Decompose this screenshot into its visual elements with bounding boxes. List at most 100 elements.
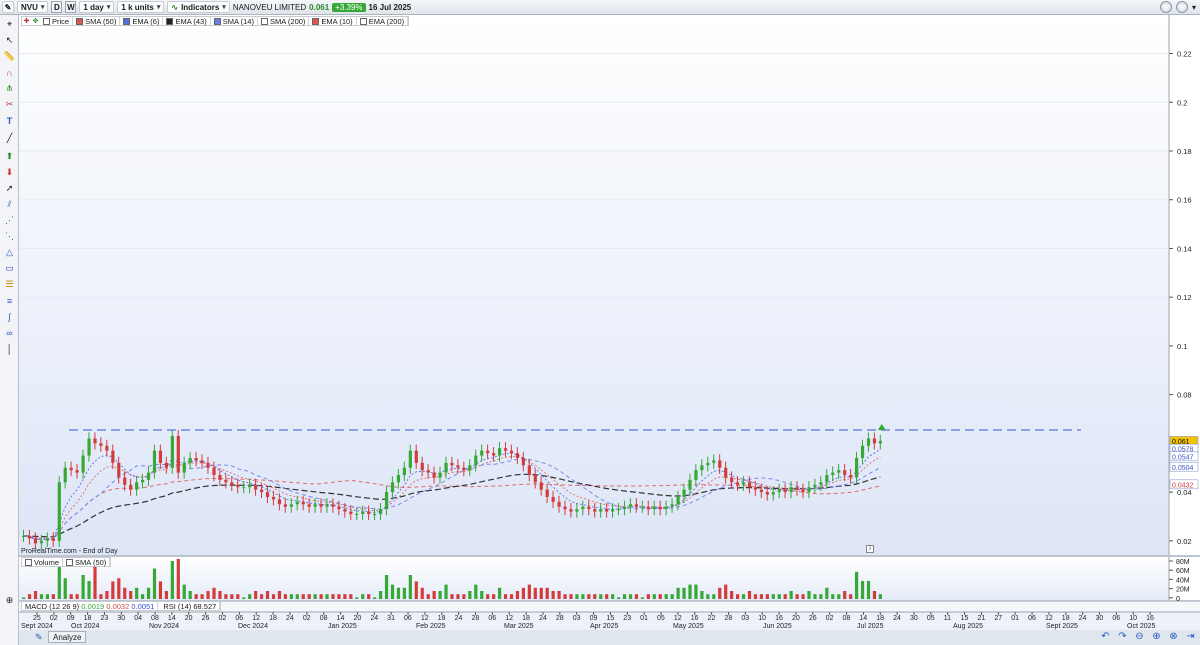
ruler-icon[interactable]: 📏 xyxy=(3,51,16,62)
zoom-out-icon[interactable]: ⊖ xyxy=(1134,631,1145,642)
period-weekly-button[interactable]: W xyxy=(65,1,77,13)
price-tick-label: 0.04 xyxy=(1177,488,1192,497)
candle-body xyxy=(402,467,406,476)
add-icon[interactable]: ✚ xyxy=(22,17,31,25)
zoom-in-icon[interactable]: ⊕ xyxy=(1151,631,1162,642)
volume-bar xyxy=(212,587,216,599)
channel-icon[interactable]: ⫽ xyxy=(3,199,16,210)
candle-body xyxy=(432,472,436,478)
chart-area[interactable]: 0.22 0.2 0.18 0.16 0.14 0.12 0.1 0.08 0.04 0.02 0… xyxy=(19,15,1200,645)
volume-bar xyxy=(438,591,442,599)
refresh-icon[interactable] xyxy=(1159,1,1172,13)
date-month-label: Apr 2025 xyxy=(590,623,619,630)
volume-bar xyxy=(242,597,246,599)
indicators-icon: ∿ xyxy=(171,2,179,12)
horizontal-lines-icon[interactable]: ☰ xyxy=(3,279,16,290)
fibonacci-icon[interactable]: ⋰ xyxy=(3,215,16,226)
pitchfork-icon[interactable]: ⋱ xyxy=(3,231,16,242)
settings-icon[interactable] xyxy=(1175,1,1188,13)
vertical-line-icon[interactable]: │ xyxy=(3,343,16,354)
volume-bar xyxy=(248,594,252,599)
date-day-label: 31 xyxy=(387,615,395,622)
legend-item[interactable]: EMA (43) xyxy=(163,17,211,26)
legend-item[interactable]: EMA (6) xyxy=(120,17,164,26)
timeframe-selector[interactable]: 1 day ▾ xyxy=(79,1,115,13)
volume-bar xyxy=(676,587,680,599)
edit-icon[interactable]: ✎ xyxy=(2,1,14,13)
candle-body xyxy=(515,453,520,458)
legend-item[interactable]: SMA (200) xyxy=(258,17,310,26)
volume-bar xyxy=(563,594,567,599)
date-day-label: 20 xyxy=(792,615,800,622)
chevron-down-icon[interactable]: ▾ xyxy=(1192,3,1196,12)
candle-body xyxy=(492,453,496,456)
candle-body xyxy=(527,465,531,476)
date-day-label: 06 xyxy=(488,615,496,622)
price-tag-label: 0.0547 xyxy=(1172,454,1194,461)
volume-bar xyxy=(658,594,662,599)
scroll-end-icon[interactable]: ⇥ xyxy=(1185,631,1196,642)
price-chart[interactable]: 0.22 0.2 0.18 0.16 0.14 0.12 0.1 0.08 0.04 0.02 0… xyxy=(19,15,1200,630)
curve-icon[interactable]: ∫ xyxy=(3,311,16,322)
candle-body xyxy=(593,509,597,512)
pointer-icon[interactable]: ↖ xyxy=(3,35,16,46)
arrow-icon[interactable]: ➚ xyxy=(3,183,16,194)
units-selector[interactable]: 1 k units ▾ xyxy=(117,1,165,13)
date-day-label: 10 xyxy=(758,615,766,622)
symbol-selector[interactable]: NVU ▾ xyxy=(17,1,49,13)
legend-item[interactable]: EMA (200) xyxy=(357,17,409,26)
down-arrow-icon[interactable]: ⬇ xyxy=(3,167,16,178)
legend-label: SMA (50) xyxy=(75,557,107,567)
period-daily-button[interactable]: D xyxy=(51,1,63,13)
volume-bar xyxy=(426,594,430,599)
analyze-button[interactable]: Analyze xyxy=(48,631,87,643)
legend-item[interactable]: SMA (14) xyxy=(211,17,258,26)
rectangle-icon[interactable]: ▭ xyxy=(3,263,16,274)
legend-item[interactable]: SMA (50) xyxy=(73,17,121,26)
volume-bar xyxy=(164,591,168,599)
candle-body xyxy=(182,462,186,473)
volume-legend-item[interactable]: Volume xyxy=(22,558,64,567)
cycle-icon[interactable]: ∞ xyxy=(3,327,16,338)
volume-bar xyxy=(456,594,460,599)
indicators-label: Indicators xyxy=(181,2,220,12)
candle-body xyxy=(123,477,127,485)
text-tool-icon[interactable]: T xyxy=(3,115,16,126)
candle-body xyxy=(224,479,228,483)
cursor-icon[interactable]: ⌖ xyxy=(3,19,16,30)
info-icon[interactable]: i xyxy=(866,545,874,553)
indicators-button[interactable]: ∿ Indicators ▾ xyxy=(167,1,230,13)
macd-legend[interactable]: MACD (12 26 9) 0.0019 0.0032 0.0051 xyxy=(22,602,159,611)
undo-icon[interactable]: ↶ xyxy=(1100,631,1111,642)
rsi-legend[interactable]: RSI (14) 68.527 xyxy=(160,602,221,611)
price-tags: 0.0610.05780.05470.05040.0432 xyxy=(1169,436,1199,489)
candle-body xyxy=(81,455,85,473)
redo-icon[interactable]: ↷ xyxy=(1117,631,1128,642)
volume-bar xyxy=(652,594,656,599)
volume-legend-item[interactable]: SMA (50) xyxy=(63,557,111,567)
candle-body xyxy=(622,506,627,510)
volume-bar xyxy=(539,587,543,599)
date-day-label: 16 xyxy=(775,615,783,622)
volume-bar xyxy=(69,594,73,599)
volume-bar xyxy=(664,594,668,599)
move-icon[interactable]: ✥ xyxy=(31,17,40,25)
up-arrow-icon[interactable]: ⬆ xyxy=(3,151,16,162)
indicator-add-icon[interactable]: ⊕ xyxy=(3,595,16,606)
magnet-icon[interactable]: ∩ xyxy=(3,67,16,78)
volume-bar xyxy=(265,591,270,599)
trendline-icon[interactable]: ╱ xyxy=(3,133,16,144)
candle-body xyxy=(599,509,603,512)
legend-item[interactable]: EMA (10) xyxy=(309,17,357,26)
drawing-toolbar: ⌖ ↖ 📏 ∩ ⋔ ✂ T ╱ ⬆ ⬇ ➚ ⫽ ⋰ ⋱ △ ▭ ☰ ≡ ∫ ∞ … xyxy=(0,15,19,645)
candle-body xyxy=(426,470,430,473)
analyze-icon[interactable]: ✎ xyxy=(35,632,43,643)
legend-item[interactable]: Price xyxy=(40,17,74,26)
levels-icon[interactable]: ≡ xyxy=(3,295,16,306)
triangle-icon[interactable]: △ xyxy=(3,247,16,258)
fork-icon[interactable]: ⋔ xyxy=(3,83,16,94)
legend-swatch xyxy=(25,558,32,566)
zoom-reset-icon[interactable]: ⊗ xyxy=(1168,631,1179,642)
scissors-icon[interactable]: ✂ xyxy=(3,99,16,110)
volume-bar xyxy=(872,591,877,599)
